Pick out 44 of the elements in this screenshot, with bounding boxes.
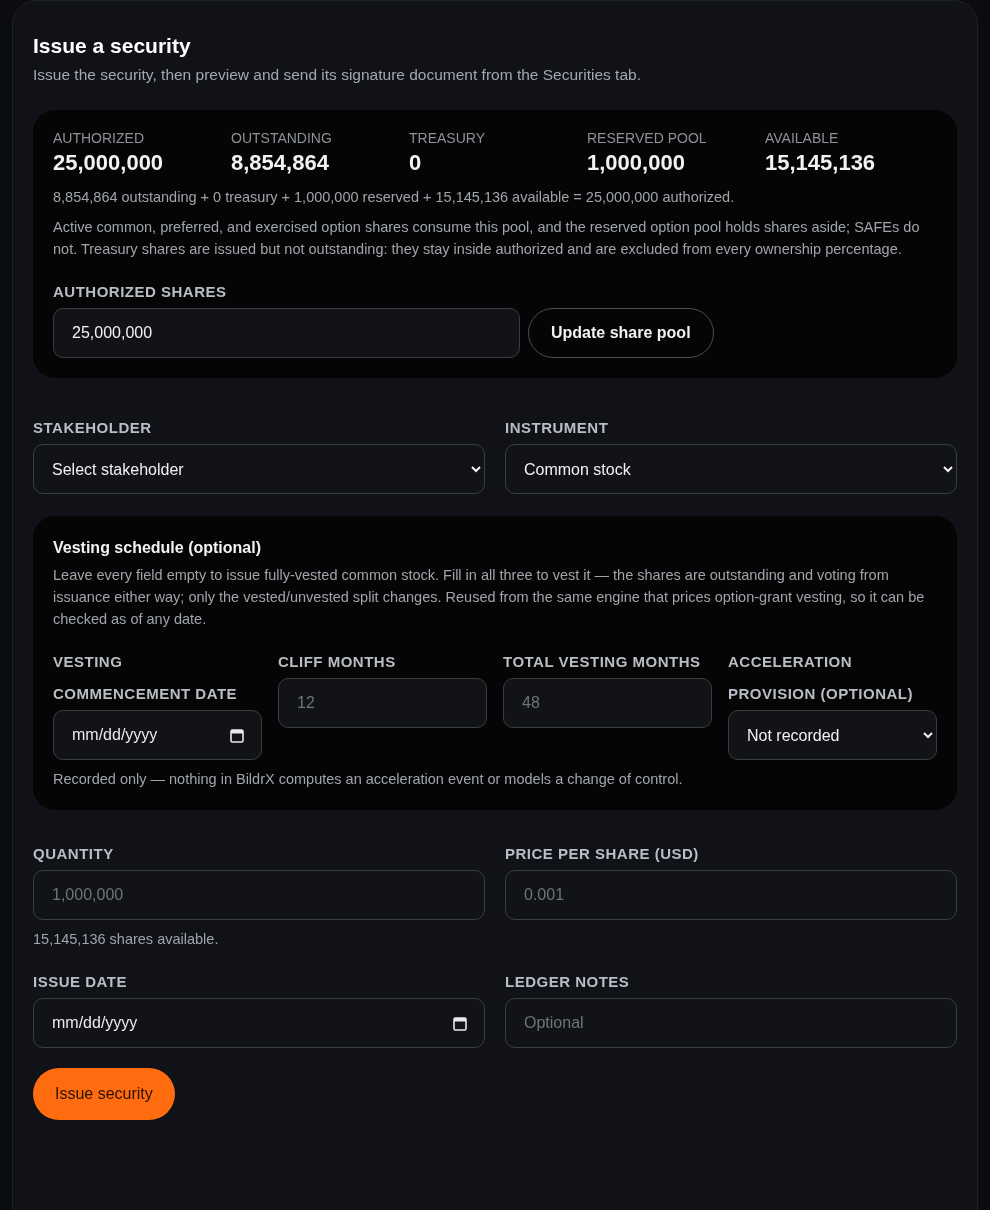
- select-field[interactable]: Common stock: [505, 444, 957, 495]
- field-label: TOTAL VESTING MONTHS: [503, 652, 702, 673]
- stat-label: RESERVED POOL: [587, 129, 708, 149]
- input-field[interactable]: 48: [503, 678, 712, 729]
- input-field[interactable]: Optional: [505, 998, 957, 1049]
- field-label: ACCELERATION PROVISION (OPTIONAL): [728, 652, 914, 705]
- stat-label: AVAILABLE: [765, 129, 840, 149]
- input-field[interactable]: 12: [278, 678, 487, 729]
- stat-label: OUTSTANDING: [231, 129, 333, 149]
- field-label: VESTING COMMENCEMENT DATE: [53, 652, 239, 705]
- select-field[interactable]: Select stakeholder: [33, 444, 485, 495]
- stat-label: TREASURY: [409, 129, 486, 149]
- update-button[interactable]: Update share pool: [528, 308, 714, 359]
- form-subtitle: Issue the security, then preview and send its signature document from the Securities tab.: [33, 65, 642, 85]
- stat-value: 1,000,000: [587, 149, 686, 178]
- form-title: Issue a security: [33, 33, 192, 59]
- select-field[interactable]: Not recorded: [728, 710, 937, 761]
- calendar-icon[interactable]: [230, 728, 244, 744]
- vesting-note: Recorded only — nothing in BildrX computes an acceleration event or models a change of control.: [53, 770, 684, 790]
- input-field[interactable]: 1,000,000: [33, 870, 485, 921]
- date-field[interactable]: mm/dd/yyyy: [53, 710, 262, 761]
- pool-equation: 8,854,864 outstanding + 0 treasury + 1,000,000 reserved + 15,145,136 available = 25,000,000 authorized.: [53, 188, 736, 208]
- stat-value: 8,854,864: [231, 149, 330, 178]
- field-label: LEDGER NOTES: [505, 972, 631, 993]
- field-label: QUANTITY: [33, 844, 115, 865]
- availability-note: 15,145,136 shares available.: [33, 930, 220, 950]
- issue-button[interactable]: Issue security: [33, 1068, 175, 1121]
- pool-explanation: Active common, preferred, and exercised option shares consume this pool, and the reserved option pool holds shares aside; SAFEs do not. Treasury shares are issued but not outstanding: they stay inside authorized and are excluded from every ownership percentage.: [53, 218, 921, 260]
- field-label: ISSUE DATE: [33, 972, 128, 993]
- input-field[interactable]: 0.001: [505, 870, 957, 921]
- date-field[interactable]: mm/dd/yyyy: [33, 998, 485, 1049]
- stat-value: 25,000,000: [53, 149, 165, 178]
- stat-value: 0: [409, 149, 423, 178]
- field-label: PRICE PER SHARE (USD): [505, 844, 700, 865]
- stat-value: 15,145,136: [765, 149, 877, 178]
- field-label: STAKEHOLDER: [33, 418, 153, 439]
- vesting-title: Vesting schedule (optional): [53, 538, 263, 559]
- calendar-icon[interactable]: [453, 1016, 467, 1032]
- field-label: CLIFF MONTHS: [278, 652, 397, 673]
- stat-label: AUTHORIZED: [53, 129, 145, 149]
- field-label: INSTRUMENT: [505, 418, 610, 439]
- vesting-description: Leave every field empty to issue fully-vested common stock. Fill in all three to vest it — the shares are outstanding and voting from issuance either way; only the vested/unvested split changes. Reused from the same engine that prices option-grant vesting, so it can be checked as of any date.: [53, 566, 926, 630]
- input-field[interactable]: 25,000,000: [53, 308, 520, 359]
- field-label: AUTHORIZED SHARES: [53, 282, 228, 303]
